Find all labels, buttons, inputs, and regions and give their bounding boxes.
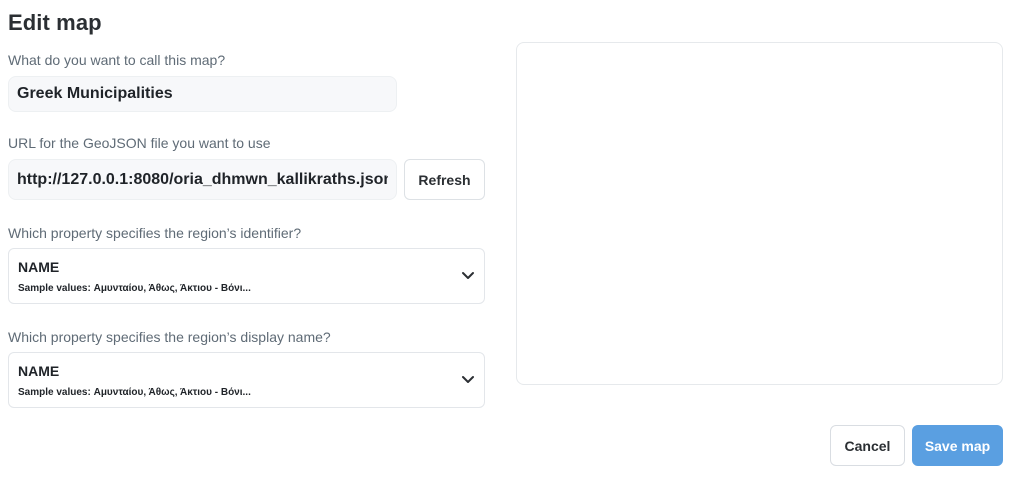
edit-map-page: Edit map What do you want to call this m…	[0, 0, 1024, 481]
chevron-down-icon	[462, 376, 474, 383]
display-name-property-value: NAME	[18, 363, 60, 379]
geojson-url-label: URL for the GeoJSON file you want to use	[8, 135, 271, 151]
geojson-url-input[interactable]	[8, 159, 397, 200]
identifier-property-value: NAME	[18, 259, 60, 275]
map-preview-panel	[516, 42, 1003, 385]
page-title: Edit map	[8, 10, 102, 35]
display-name-property-label: Which property specifies the region’s di…	[8, 329, 331, 345]
save-map-button[interactable]: Save map	[912, 425, 1003, 466]
map-name-input[interactable]	[8, 76, 397, 112]
map-name-label: What do you want to call this map?	[8, 52, 226, 68]
identifier-property-select[interactable]: NAME Sample values: Αμυνταίου, Άθως, Άκτ…	[8, 248, 485, 304]
identifier-property-label: Which property specifies the region’s id…	[8, 225, 302, 241]
chevron-down-icon	[462, 272, 474, 279]
display-name-property-select[interactable]: NAME Sample values: Αμυνταίου, Άθως, Άκτ…	[8, 352, 485, 408]
identifier-property-sample: Sample values: Αμυνταίου, Άθως, Άκτιου -…	[18, 283, 251, 294]
refresh-button[interactable]: Refresh	[404, 159, 485, 200]
display-name-property-sample: Sample values: Αμυνταίου, Άθως, Άκτιου -…	[18, 387, 251, 398]
cancel-button[interactable]: Cancel	[830, 425, 905, 466]
